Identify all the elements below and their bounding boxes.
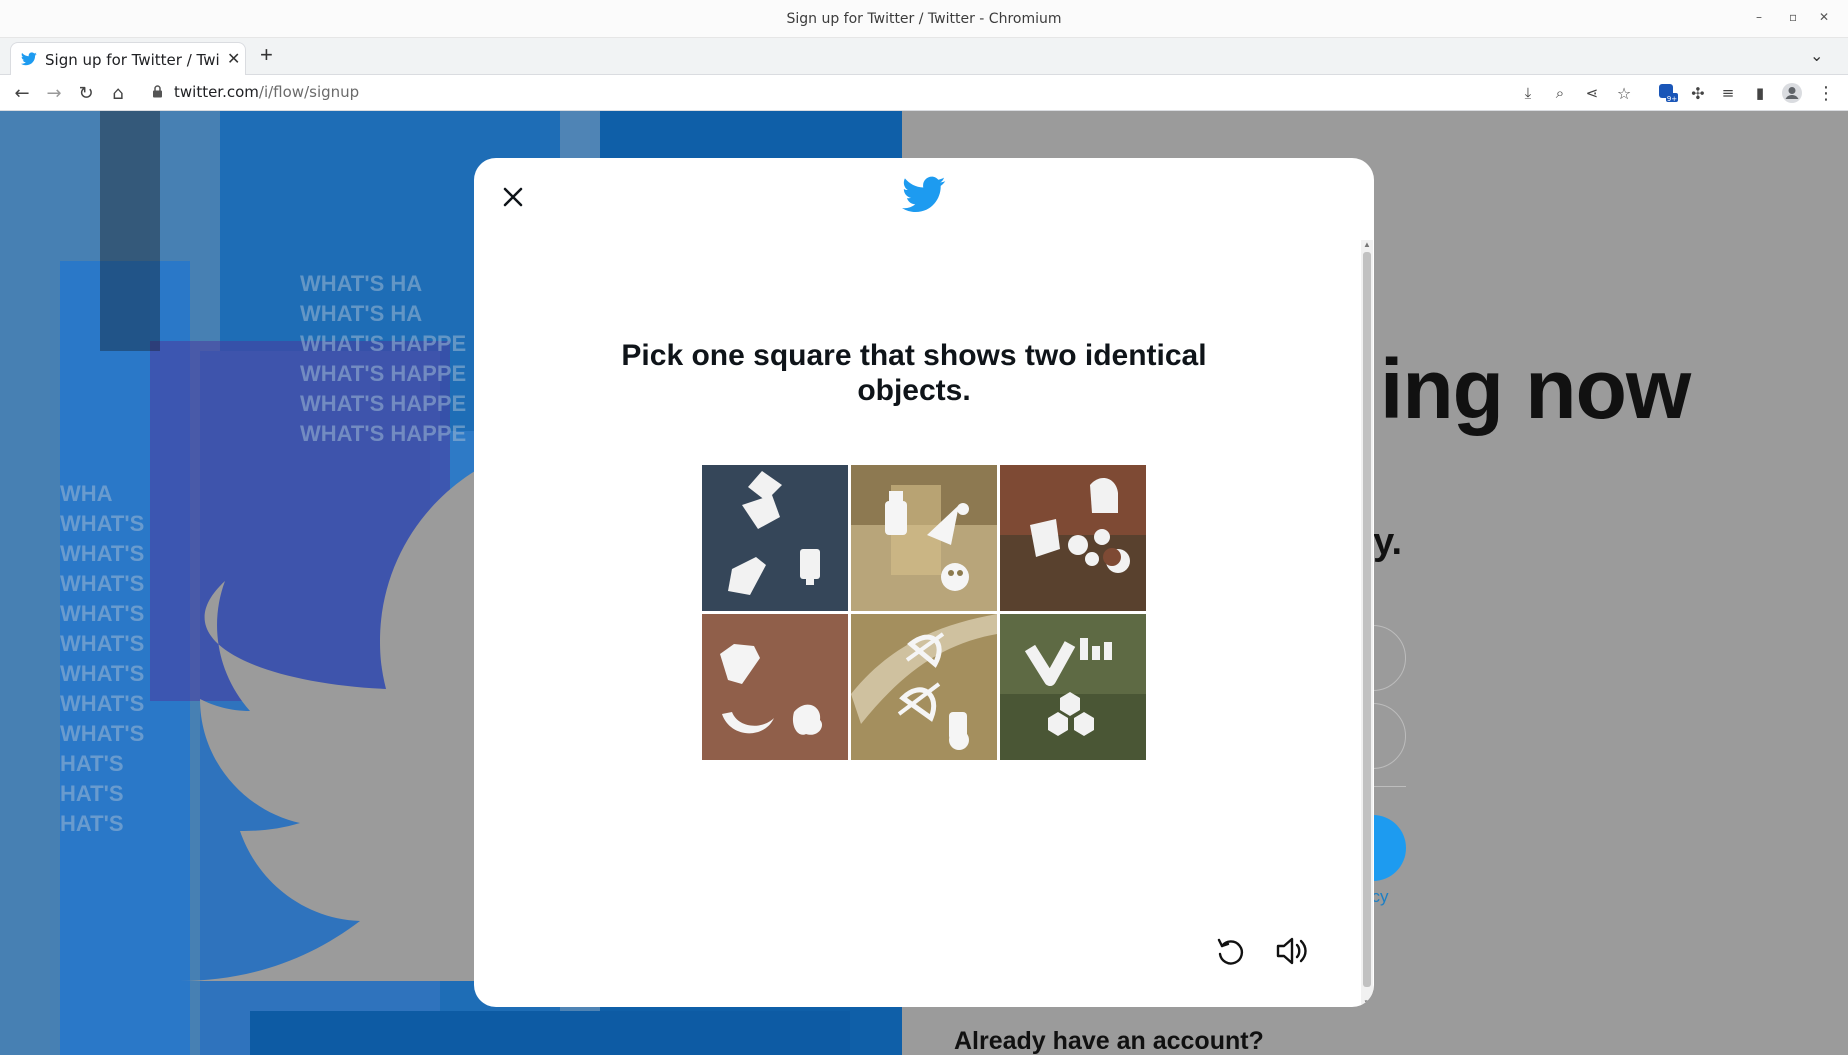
url-path: /i/flow/signup (258, 83, 360, 101)
scrollbar-thumb[interactable] (1363, 252, 1371, 987)
back-icon[interactable]: ← (10, 81, 34, 105)
twitter-logo-icon (902, 176, 946, 213)
svg-text:WHAT'S HAPPE: WHAT'S HAPPE (300, 361, 466, 386)
twitter-bird-icon (21, 52, 37, 66)
audio-icon (1276, 937, 1307, 965)
svg-text:WHAT'S: WHAT'S (60, 691, 144, 716)
media-icon[interactable]: ≡ (1716, 81, 1740, 105)
url-host: twitter.com (174, 83, 259, 101)
share-icon[interactable]: ⋖ (1580, 81, 1604, 105)
tab-strip: Sign up for Twitter / Twitter ✕ + ⌄ (0, 38, 1848, 75)
scroll-down-icon[interactable]: ▼ (1363, 998, 1371, 1007)
profile-icon[interactable] (1780, 81, 1804, 105)
captcha-tile-5[interactable] (851, 614, 997, 760)
svg-text:WHAT'S HAPPE: WHAT'S HAPPE (300, 391, 466, 416)
svg-text:HAT'S: HAT'S (60, 781, 124, 806)
install-icon[interactable]: ⤓ (1516, 81, 1540, 105)
window-title: Sign up for Twitter / Twitter - Chromium (786, 11, 1062, 27)
svg-text:WHAT'S: WHAT'S (60, 721, 144, 746)
lock-icon[interactable] (152, 85, 163, 98)
tab-twitter-signup[interactable]: Sign up for Twitter / Twitter ✕ (10, 42, 246, 75)
captcha-tile-1[interactable] (702, 465, 848, 611)
svg-text:WHAT'S: WHAT'S (60, 661, 144, 686)
window-titlebar: Sign up for Twitter / Twitter - Chromium… (0, 0, 1848, 38)
tab-search-chevron-icon[interactable]: ⌄ (1810, 46, 1823, 66)
svg-text:WHA: WHA (60, 481, 113, 506)
svg-text:HAT'S: HAT'S (60, 811, 124, 836)
svg-text:WHAT'S HA: WHAT'S HA (300, 301, 422, 326)
captcha-tile-2[interactable] (851, 465, 997, 611)
reload-icon[interactable]: ↻ (74, 81, 98, 105)
svg-text:HAT'S: HAT'S (60, 751, 124, 776)
svg-text:WHAT'S: WHAT'S (60, 541, 144, 566)
scroll-up-icon[interactable]: ▲ (1363, 240, 1371, 249)
modal-scrollbar[interactable]: ▲ ▼ (1361, 240, 1373, 1007)
audio-captcha-button[interactable] (1274, 934, 1310, 968)
minimize-icon[interactable]: – (1756, 10, 1762, 24)
forward-icon[interactable]: → (42, 81, 66, 105)
new-tab-icon[interactable]: + (260, 42, 273, 68)
background-already-have-account: Already have an account? (954, 1027, 1264, 1055)
close-icon[interactable]: ✕ (1819, 10, 1829, 24)
svg-text:WHAT'S: WHAT'S (60, 511, 144, 536)
extension-badge-count: 9+ (1667, 95, 1677, 103)
captcha-tile-3[interactable] (1000, 465, 1146, 611)
background-headline: ing now (1380, 342, 1691, 436)
side-panel-icon[interactable]: ▮ (1748, 81, 1772, 105)
extension-badge-icon[interactable]: 9+ (1656, 81, 1680, 105)
refresh-captcha-button[interactable] (1214, 934, 1248, 968)
svg-text:WHAT'S HAPPE: WHAT'S HAPPE (300, 421, 466, 446)
address-bar[interactable]: twitter.com/i/flow/signup (174, 83, 359, 101)
captcha-prompt: Pick one square that shows two identical… (621, 339, 1207, 407)
svg-text:WHAT'S: WHAT'S (60, 571, 144, 596)
browser-toolbar: ← → ↻ ⌂ twitter.com/i/flow/signup ⤓ ⌕ ⋖ … (0, 75, 1848, 111)
svg-text:WHAT'S HAPPE: WHAT'S HAPPE (300, 331, 466, 356)
refresh-icon (1217, 938, 1244, 965)
zoom-icon[interactable]: ⌕ (1548, 81, 1572, 105)
svg-text:WHAT'S: WHAT'S (60, 631, 144, 656)
svg-text:WHAT'S HA: WHAT'S HA (300, 271, 422, 296)
home-icon[interactable]: ⌂ (106, 81, 130, 105)
close-icon (503, 187, 523, 207)
svg-text:WHAT'S: WHAT'S (60, 601, 144, 626)
tab-title: Sign up for Twitter / Twitter (45, 51, 220, 69)
captcha-grid (702, 465, 1148, 765)
captcha-tile-4[interactable] (702, 614, 848, 760)
bookmark-star-icon[interactable]: ☆ (1612, 81, 1636, 105)
tab-close-icon[interactable]: ✕ (227, 49, 240, 69)
captcha-tile-6[interactable] (1000, 614, 1146, 760)
menu-icon[interactable]: ⋮ (1814, 81, 1838, 105)
restore-icon[interactable]: ▫ (1789, 10, 1797, 24)
close-modal-button[interactable] (496, 180, 530, 214)
extensions-puzzle-icon[interactable]: ✣ (1686, 81, 1710, 105)
captcha-modal: Pick one square that shows two identical… (474, 158, 1374, 1007)
